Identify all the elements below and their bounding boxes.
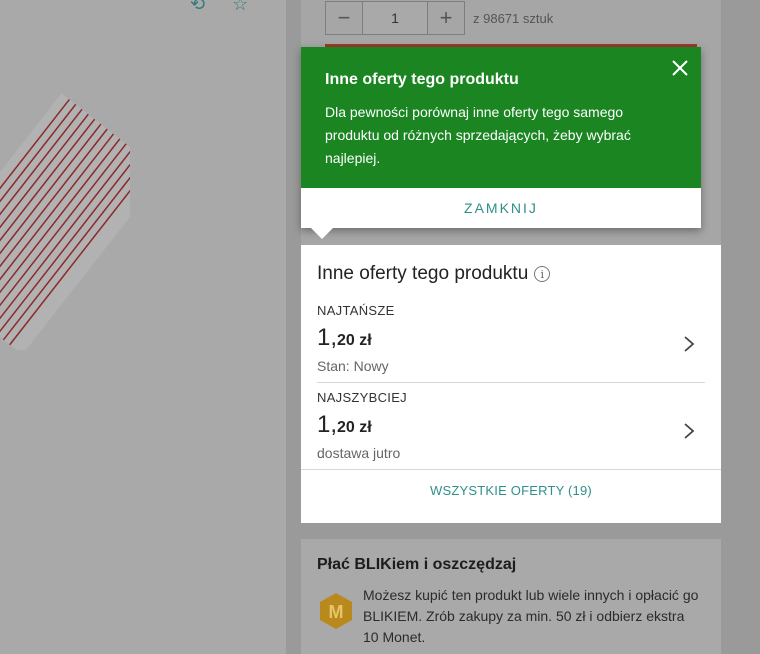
decrease-button[interactable]: − bbox=[325, 1, 363, 35]
product-image-area: ⟲ ☆ bbox=[0, 0, 286, 654]
info-icon[interactable]: i bbox=[534, 266, 551, 282]
quantity-stepper: − 1 + z 98671 sztuk bbox=[325, 0, 553, 36]
divider bbox=[301, 469, 721, 470]
all-offers-link[interactable]: WSZYSTKIE OFERTY (19) bbox=[301, 483, 721, 498]
svg-text:M: M bbox=[329, 602, 344, 622]
tooltip-text: Dla pewności porównaj inne oferty tego s… bbox=[325, 104, 631, 166]
offers-tooltip: Inne oferty tego produktu Dla pewności p… bbox=[301, 47, 701, 228]
blik-title: Płać BLIKiem i oszczędzaj bbox=[317, 556, 517, 573]
other-offers-card: Inne oferty tego produktu i NAJTAŃSZE 1,… bbox=[301, 245, 721, 523]
tooltip-close-button[interactable]: ZAMKNIJ bbox=[301, 188, 701, 228]
blik-text: Możesz kupić ten produkt lub wiele innyc… bbox=[363, 587, 699, 645]
chevron-right-icon bbox=[684, 423, 695, 439]
offers-title-row: Inne oferty tego produktu i bbox=[317, 263, 551, 285]
offer-fastest[interactable]: NAJSZYBCIEJ 1,20 zł dostawa jutro bbox=[317, 390, 705, 461]
coin-m-icon: M bbox=[320, 593, 352, 629]
stock-count: z 98671 sztuk bbox=[473, 10, 554, 26]
offer-label: NAJTAŃSZE bbox=[317, 303, 395, 318]
star-icon[interactable]: ☆ bbox=[232, 0, 248, 14]
blik-promo-card: Płać BLIKiem i oszczędzaj M Możesz kupić… bbox=[301, 539, 721, 654]
close-icon[interactable] bbox=[669, 57, 691, 79]
quantity-input[interactable]: 1 bbox=[363, 1, 427, 35]
offer-condition: Stan: Nowy bbox=[317, 358, 389, 374]
offer-cheapest[interactable]: NAJTAŃSZE 1,20 zł Stan: Nowy bbox=[317, 303, 705, 374]
offer-delivery: dostawa jutro bbox=[317, 445, 401, 461]
increase-button[interactable]: + bbox=[427, 1, 465, 35]
tooltip-body: Inne oferty tego produktu Dla pewności p… bbox=[301, 47, 701, 188]
tooltip-title: Inne oferty tego produktu bbox=[325, 71, 519, 88]
offers-title: Inne oferty tego produktu bbox=[317, 263, 529, 284]
offer-price: 1,20 zł bbox=[317, 411, 372, 438]
product-actions: ⟲ ☆ bbox=[190, 0, 270, 15]
chevron-right-icon bbox=[684, 336, 695, 352]
divider bbox=[317, 382, 705, 383]
share-icon[interactable]: ⟲ bbox=[190, 0, 205, 14]
tooltip-arrow bbox=[311, 228, 333, 239]
offer-label: NAJSZYBCIEJ bbox=[317, 390, 407, 405]
product-image bbox=[0, 93, 130, 350]
offer-price: 1,20 zł bbox=[317, 324, 372, 351]
